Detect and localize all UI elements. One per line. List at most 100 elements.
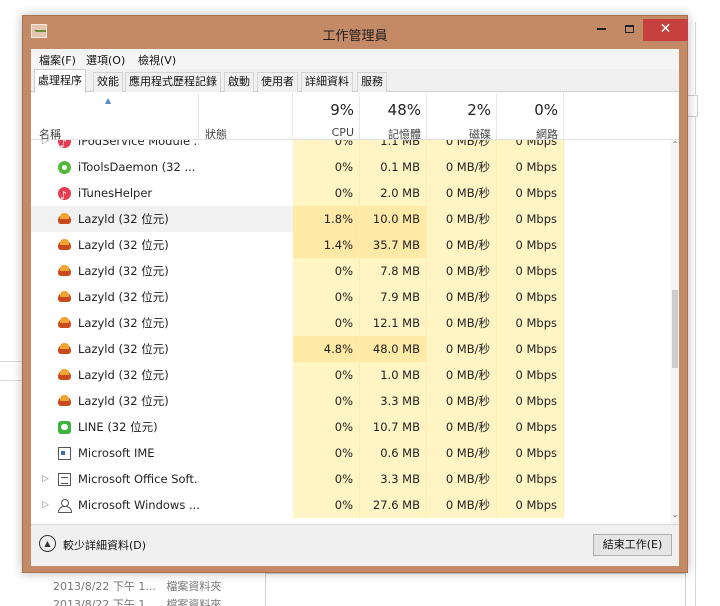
process-name-cell: Lazyld (32 位元) (31, 362, 199, 388)
process-network-cell: 0 Mbps (497, 180, 564, 206)
process-disk-cell: 0 MB/秒 (427, 440, 497, 466)
expand-chevron-icon[interactable]: ▷ (42, 140, 49, 154)
end-task-button[interactable]: 結束工作(E) (593, 534, 672, 556)
process-network-cell: 0 Mbps (497, 232, 564, 258)
tab-performance[interactable]: 效能 (93, 72, 123, 92)
table-row[interactable]: Lazyld (32 位元) 0% 7.9 MB 0 MB/秒 0 Mbps (31, 284, 671, 310)
sort-ascending-icon: ▲ (105, 96, 112, 105)
close-button[interactable]: ✕ (643, 19, 688, 41)
process-table: ▲ 名稱 狀態 9% CPU 48% 記憶體 2% 磁碟 0% 網路 ▷ ♪ i… (31, 93, 679, 524)
menu-view[interactable]: 檢視(V) (138, 52, 176, 68)
process-cpu-cell: 0% (293, 258, 360, 284)
vertical-scrollbar[interactable]: ⌃ ⌄ (671, 140, 679, 524)
table-row[interactable]: iTunesHelper 0%2.0 MB0 MB/秒0 Mbps (31, 180, 671, 206)
table-row[interactable]: Lazyld (32 位元) 0% 7.8 MB 0 MB/秒 0 Mbps (31, 258, 671, 284)
process-status-cell (199, 284, 293, 310)
office-icon (58, 473, 71, 486)
lazyld-icon (58, 213, 71, 226)
process-memory-cell: 7.8 MB (360, 258, 427, 284)
maximize-button[interactable] (615, 19, 643, 41)
lazyld-icon (58, 239, 71, 252)
table-row[interactable]: ▷ iPodService Module ... 0%1.1 MB0 MB/秒0 M… (31, 140, 671, 154)
process-network-cell: 0 Mbps (497, 258, 564, 284)
table-row[interactable]: Microsoft IME 0% 0.6 MB 0 MB/秒 0 Mbps (31, 440, 671, 466)
column-header-status[interactable]: 狀態 (199, 93, 293, 141)
process-name-cell: Lazyld (32 位元) (31, 336, 199, 362)
process-status-cell (199, 336, 293, 362)
process-network-cell: 0 Mbps (497, 466, 564, 492)
tab-services[interactable]: 服務 (357, 72, 387, 92)
table-row[interactable]: Lazyld (32 位元) 0% 12.1 MB 0 MB/秒 0 Mbps (31, 310, 671, 336)
process-status-cell (199, 232, 293, 258)
minimize-icon (596, 28, 606, 30)
process-name: Lazyld (32 位元) (78, 264, 169, 278)
network-total-percent: 0% (534, 101, 558, 119)
column-header-cpu[interactable]: 9% CPU (293, 93, 360, 140)
process-status-cell (199, 180, 293, 206)
tab-strip: 處理程序 效能 應用程式歷程記錄 啟動 使用者 詳細資料 服務 (31, 69, 679, 93)
process-cpu-cell: 4.8% (293, 336, 360, 362)
process-name-cell: Microsoft IME (31, 440, 199, 466)
process-network-cell: 0 Mbps (497, 140, 564, 154)
table-row[interactable]: Lazyld (32 位元) 0% 3.3 MB 0 MB/秒 0 Mbps (31, 388, 671, 414)
process-name: LINE (32 位元) (78, 420, 158, 434)
table-row[interactable]: Lazyld (32 位元) 1.8% 10.0 MB 0 MB/秒 0 Mbps (31, 206, 671, 232)
table-row[interactable]: LINE (32 位元) 0% 10.7 MB 0 MB/秒 0 Mbps (31, 414, 671, 440)
tab-startup[interactable]: 啟動 (224, 72, 254, 92)
process-cpu-cell: 0% (293, 466, 360, 492)
column-header-memory[interactable]: 48% 記憶體 (360, 93, 427, 141)
table-row[interactable]: iToolsDaemon (32 ... 0% 0.1 MB 0 MB/秒 0 Mbps (31, 154, 671, 180)
column-header-network[interactable]: 0% 網路 (497, 93, 564, 141)
process-cpu-cell: 0% (293, 310, 360, 336)
process-name: Lazyld (32 位元) (78, 212, 169, 226)
process-name: Microsoft IME (78, 446, 155, 460)
expand-chevron-icon[interactable]: ▷ (42, 492, 49, 518)
menu-options[interactable]: 選項(O) (86, 52, 125, 68)
close-icon: ✕ (659, 21, 672, 37)
process-status-cell (199, 414, 293, 440)
minimize-button[interactable] (587, 19, 615, 41)
column-header-disk[interactable]: 2% 磁碟 (427, 93, 497, 141)
table-row[interactable]: Lazyld (32 位元) 4.8% 48.0 MB 0 MB/秒 0 Mbps (31, 336, 671, 362)
table-row[interactable]: ▷ Microsoft Windows ... 0% 27.6 MB 0 MB/秒 0 M… (31, 492, 671, 518)
itunes-icon (58, 183, 71, 206)
process-network-cell: 0 Mbps (497, 440, 564, 466)
lazyld-icon (58, 317, 71, 330)
scrollbar-thumb[interactable] (672, 290, 678, 368)
table-row[interactable]: ▷ Microsoft Office Soft... 0% 3.3 MB 0 MB/秒 0… (31, 466, 671, 492)
title-bar[interactable]: 工作管理員 ✕ (23, 16, 688, 49)
process-status-cell (199, 154, 293, 180)
table-row[interactable]: Lazyld (32 位元) 1.4% 35.7 MB 0 MB/秒 0 Mbps (31, 232, 671, 258)
process-network-cell: 0 Mbps (497, 414, 564, 440)
process-list: ▷iPodService Module ...0%1.1 MB0 MB/秒0 M… (31, 140, 671, 524)
process-name: Microsoft Windows ... (78, 498, 199, 512)
tab-details[interactable]: 詳細資料 (301, 72, 353, 92)
column-header-name[interactable]: ▲ 名稱 (31, 93, 199, 141)
memory-total-percent: 48% (387, 101, 421, 119)
tab-app-history[interactable]: 應用程式歷程記錄 (125, 72, 221, 92)
scroll-up-icon[interactable]: ⌃ (671, 140, 679, 149)
tab-processes[interactable]: 處理程序 (34, 69, 86, 93)
itools-icon (58, 161, 71, 174)
process-cpu-cell: 0% (293, 440, 360, 466)
process-memory-cell: 12.1 MB (360, 310, 427, 336)
process-name-cell: ▷ Microsoft Windows ... (31, 492, 199, 518)
process-name-cell: Lazyld (32 位元) (31, 310, 199, 336)
scroll-down-icon[interactable]: ⌄ (671, 510, 679, 519)
process-network-cell: 0 Mbps (497, 206, 564, 232)
process-memory-cell: 1.1 MB (360, 140, 427, 154)
process-disk-cell: 0 MB/秒 (427, 284, 497, 310)
process-name-cell: LINE (32 位元) (31, 414, 199, 440)
process-disk-cell: 0 MB/秒 (427, 414, 497, 440)
process-disk-cell: 0 MB/秒 (427, 206, 497, 232)
process-memory-cell: 1.0 MB (360, 362, 427, 388)
tab-users[interactable]: 使用者 (257, 72, 298, 92)
process-disk-cell: 0 MB/秒 (427, 466, 497, 492)
process-disk-cell: 0 MB/秒 (427, 154, 497, 180)
menu-file[interactable]: 檔案(F) (39, 52, 76, 68)
process-memory-cell: 35.7 MB (360, 232, 427, 258)
table-row[interactable]: Lazyld (32 位元) 0% 1.0 MB 0 MB/秒 0 Mbps (31, 362, 671, 388)
lazyld-icon (58, 343, 71, 356)
process-memory-cell: 2.0 MB (360, 180, 427, 206)
expand-chevron-icon[interactable]: ▷ (42, 466, 49, 492)
